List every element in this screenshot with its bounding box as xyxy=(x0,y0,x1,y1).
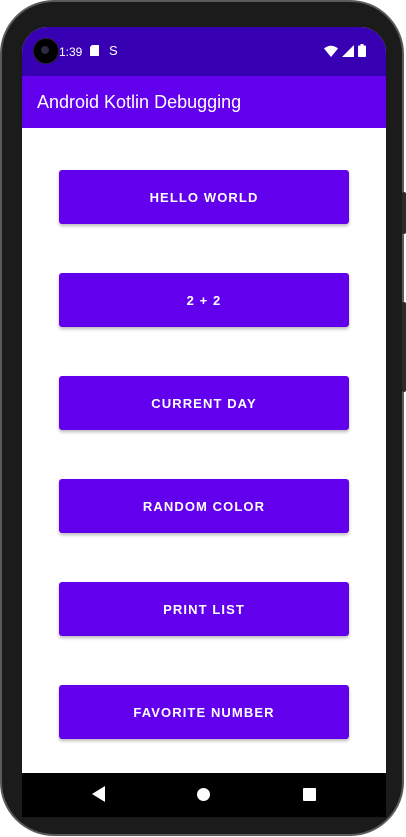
sd-card-icon xyxy=(90,45,99,56)
status-time: 1:39 xyxy=(59,45,83,59)
app-title: Android Kotlin Debugging xyxy=(37,92,242,112)
recents-icon[interactable] xyxy=(303,788,316,801)
two-plus-two-button[interactable]: 2 + 2 xyxy=(59,273,349,327)
volume-button xyxy=(402,302,406,392)
print-list-button[interactable]: PRINT LIST xyxy=(59,582,349,636)
hello-world-button[interactable]: HELLO WORLD xyxy=(59,170,349,224)
home-icon[interactable] xyxy=(197,788,210,801)
random-color-button[interactable]: RANDOM COLOR xyxy=(59,479,349,533)
button-list: HELLO WORLD 2 + 2 CURRENT DAY RANDOM COL… xyxy=(22,128,386,773)
current-day-button[interactable]: CURRENT DAY xyxy=(59,376,349,430)
navigation-bar xyxy=(22,773,386,817)
signal-icon xyxy=(342,44,354,57)
battery-icon xyxy=(358,44,366,57)
s-icon: S xyxy=(109,43,118,58)
status-icons xyxy=(324,44,366,57)
power-button xyxy=(402,192,406,234)
wifi-icon xyxy=(324,45,338,57)
app-bar: Android Kotlin Debugging xyxy=(22,76,386,128)
phone-frame: 1:39 S Android Kotlin Debugging HELLO WO… xyxy=(0,0,406,836)
back-icon[interactable] xyxy=(92,786,105,802)
front-camera xyxy=(34,39,58,63)
status-bar: 1:39 S xyxy=(22,27,386,76)
phone-screen: 1:39 S Android Kotlin Debugging HELLO WO… xyxy=(22,27,386,817)
favorite-number-button[interactable]: FAVORITE NUMBER xyxy=(59,685,349,739)
